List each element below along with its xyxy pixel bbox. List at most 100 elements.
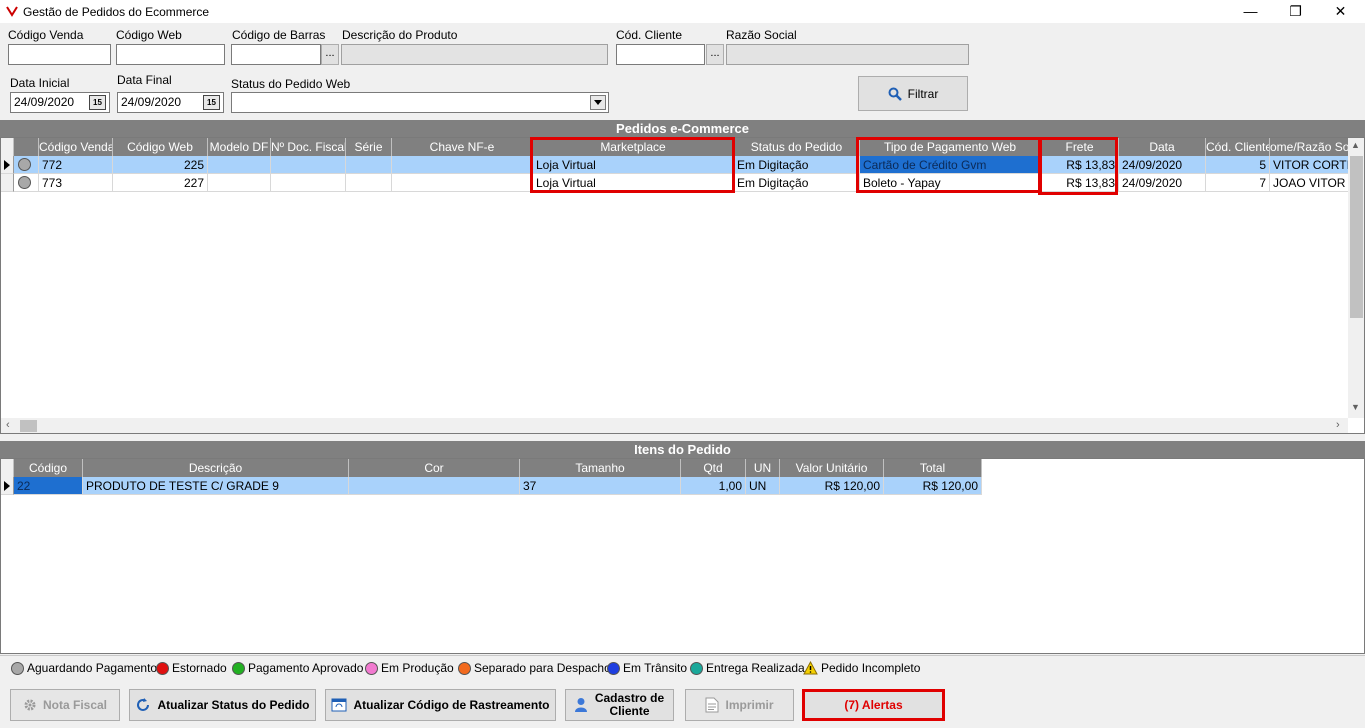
col-descricao[interactable]: Descrição: [83, 459, 349, 477]
item-row-1-cor[interactable]: [349, 477, 520, 495]
grid-corner: [1, 138, 14, 156]
table-row-1-codigo-web[interactable]: 225: [113, 156, 208, 174]
col-codigo[interactable]: Código: [14, 459, 83, 477]
data-final-calendar-icon[interactable]: 15: [203, 95, 220, 110]
descricao-produto-field: [341, 44, 608, 65]
status-gray-icon: [11, 661, 24, 675]
data-inicial-calendar-icon[interactable]: 15: [89, 95, 106, 110]
col-frete[interactable]: Frete: [1041, 138, 1119, 156]
item-row-1-descricao[interactable]: PRODUTO DE TESTE C/ GRADE 9: [83, 477, 349, 495]
atualizar-rastreamento-label: Atualizar Código de Rastreamento: [353, 697, 550, 712]
col-tipo-pagamento-web[interactable]: Tipo de Pagamento Web: [860, 138, 1041, 156]
data-final-label: Data Final: [117, 73, 172, 87]
table-row-1-marketplace[interactable]: Loja Virtual: [533, 156, 734, 174]
item-row-1-qtd[interactable]: 1,00: [681, 477, 746, 495]
codigo-barras-input[interactable]: [231, 44, 321, 65]
table-row-1-modelo-df[interactable]: [208, 156, 271, 174]
maximize-button[interactable]: ❐: [1273, 0, 1318, 23]
table-row-1-data[interactable]: 24/09/2020: [1119, 156, 1206, 174]
row-indicator[interactable]: [1, 156, 14, 174]
row-indicator[interactable]: [1, 477, 14, 495]
col-nome-razao-social[interactable]: ome/Razão Soc: [1270, 138, 1349, 156]
item-row-1-codigo[interactable]: 22: [14, 477, 83, 495]
cadastro-cliente-button[interactable]: Cadastro de Cliente: [565, 689, 674, 721]
table-row-2-serie[interactable]: [346, 174, 392, 192]
scroll-right-icon[interactable]: ›: [1336, 419, 1340, 431]
col-total[interactable]: Total: [884, 459, 982, 477]
col-serie[interactable]: Série: [346, 138, 392, 156]
chevron-down-icon[interactable]: [590, 95, 606, 110]
col-chave-nfe[interactable]: Chave NF-e: [392, 138, 533, 156]
horizontal-scroll-thumb[interactable]: [20, 420, 37, 432]
scroll-down-icon[interactable]: ▼: [1351, 402, 1360, 412]
table-row-1-cod-cliente[interactable]: 5: [1206, 156, 1270, 174]
cod-cliente-input[interactable]: [616, 44, 705, 65]
table-row-2-data[interactable]: 24/09/2020: [1119, 174, 1206, 192]
col-tamanho[interactable]: Tamanho: [520, 459, 681, 477]
imprimir-button[interactable]: Imprimir: [685, 689, 794, 721]
item-row-1-un[interactable]: UN: [746, 477, 780, 495]
col-codigo-venda[interactable]: Código Venda: [39, 138, 113, 156]
col-modelo-df[interactable]: Modelo DF: [208, 138, 271, 156]
filtrar-button[interactable]: Filtrar: [858, 76, 968, 111]
col-status-pedido[interactable]: Status do Pedido: [734, 138, 860, 156]
codigo-barras-lookup-button[interactable]: ...: [321, 44, 339, 65]
codigo-venda-input[interactable]: [8, 44, 111, 65]
table-row-2-nome[interactable]: JOAO VITOR R: [1270, 174, 1349, 192]
close-button[interactable]: ✕: [1318, 0, 1363, 23]
col-status-indicator: [14, 138, 39, 156]
table-row-2-cod-cliente[interactable]: 7: [1206, 174, 1270, 192]
col-un[interactable]: UN: [746, 459, 780, 477]
table-row-1-codigo-venda[interactable]: 772: [39, 156, 113, 174]
horizontal-scrollbar[interactable]: ‹ ›: [1, 418, 1348, 433]
status-blue-icon: [607, 661, 620, 675]
cod-cliente-lookup-button[interactable]: ...: [706, 44, 724, 65]
scroll-left-icon[interactable]: ‹: [6, 419, 10, 431]
row-indicator[interactable]: [1, 174, 14, 192]
table-row-2-chave[interactable]: [392, 174, 533, 192]
status-pedido-web-select[interactable]: [231, 92, 609, 113]
item-row-1-valor-unitario[interactable]: R$ 120,00: [780, 477, 884, 495]
gear-icon: [24, 699, 36, 711]
table-row-2-n-doc[interactable]: [271, 174, 346, 192]
atualizar-status-button[interactable]: Atualizar Status do Pedido: [129, 689, 316, 721]
table-row-1-frete[interactable]: R$ 13,83: [1041, 156, 1119, 174]
col-codigo-web[interactable]: Código Web: [113, 138, 208, 156]
col-data[interactable]: Data: [1119, 138, 1206, 156]
col-n-doc-fiscal[interactable]: Nº Doc. Fiscal: [271, 138, 346, 156]
legend-label: Em Produção: [381, 661, 454, 675]
table-row-1-chave[interactable]: [392, 156, 533, 174]
legend-em-transito: Em Trânsito: [607, 659, 687, 677]
alertas-button[interactable]: (7) Alertas: [802, 689, 945, 721]
table-row-2-marketplace[interactable]: Loja Virtual: [533, 174, 734, 192]
table-row-1-status[interactable]: Em Digitação: [734, 156, 860, 174]
scroll-up-icon[interactable]: ▲: [1351, 140, 1360, 150]
col-marketplace[interactable]: Marketplace: [533, 138, 734, 156]
table-row-2-tipo-pagamento[interactable]: Boleto - Yapay: [860, 174, 1041, 192]
table-row-1-serie[interactable]: [346, 156, 392, 174]
col-qtd[interactable]: Qtd: [681, 459, 746, 477]
minimize-button[interactable]: —: [1228, 0, 1273, 23]
col-cod-cliente[interactable]: Cód. Cliente: [1206, 138, 1270, 156]
nota-fiscal-button[interactable]: Nota Fiscal: [10, 689, 120, 721]
table-row-2-status[interactable]: Em Digitação: [734, 174, 860, 192]
legend-pedido-incompleto: Pedido Incompleto: [803, 659, 920, 677]
table-row-1-tipo-pagamento[interactable]: Cartão de Crédito Gvm: [860, 156, 1041, 174]
atualizar-rastreamento-button[interactable]: Atualizar Código de Rastreamento: [325, 689, 556, 721]
item-row-1-tamanho[interactable]: 37: [520, 477, 681, 495]
table-row-2-modelo-df[interactable]: [208, 174, 271, 192]
vertical-scroll-thumb[interactable]: [1350, 156, 1363, 318]
table-row-2-codigo-web[interactable]: 227: [113, 174, 208, 192]
table-row-1-nome[interactable]: VITOR CORTIN: [1270, 156, 1349, 174]
col-cor[interactable]: Cor: [349, 459, 520, 477]
table-row-2-frete[interactable]: R$ 13,83: [1041, 174, 1119, 192]
col-valor-unitario[interactable]: Valor Unitário: [780, 459, 884, 477]
cadastro-cliente-label: Cadastro de Cliente: [594, 691, 665, 718]
vertical-scrollbar[interactable]: ▲ ▼: [1348, 138, 1364, 418]
table-row-2-codigo-venda[interactable]: 773: [39, 174, 113, 192]
table-row-1-n-doc[interactable]: [271, 156, 346, 174]
codigo-web-input[interactable]: [116, 44, 225, 65]
status-orange-icon: [458, 661, 471, 675]
status-red-icon: [156, 661, 169, 675]
item-row-1-total[interactable]: R$ 120,00: [884, 477, 982, 495]
